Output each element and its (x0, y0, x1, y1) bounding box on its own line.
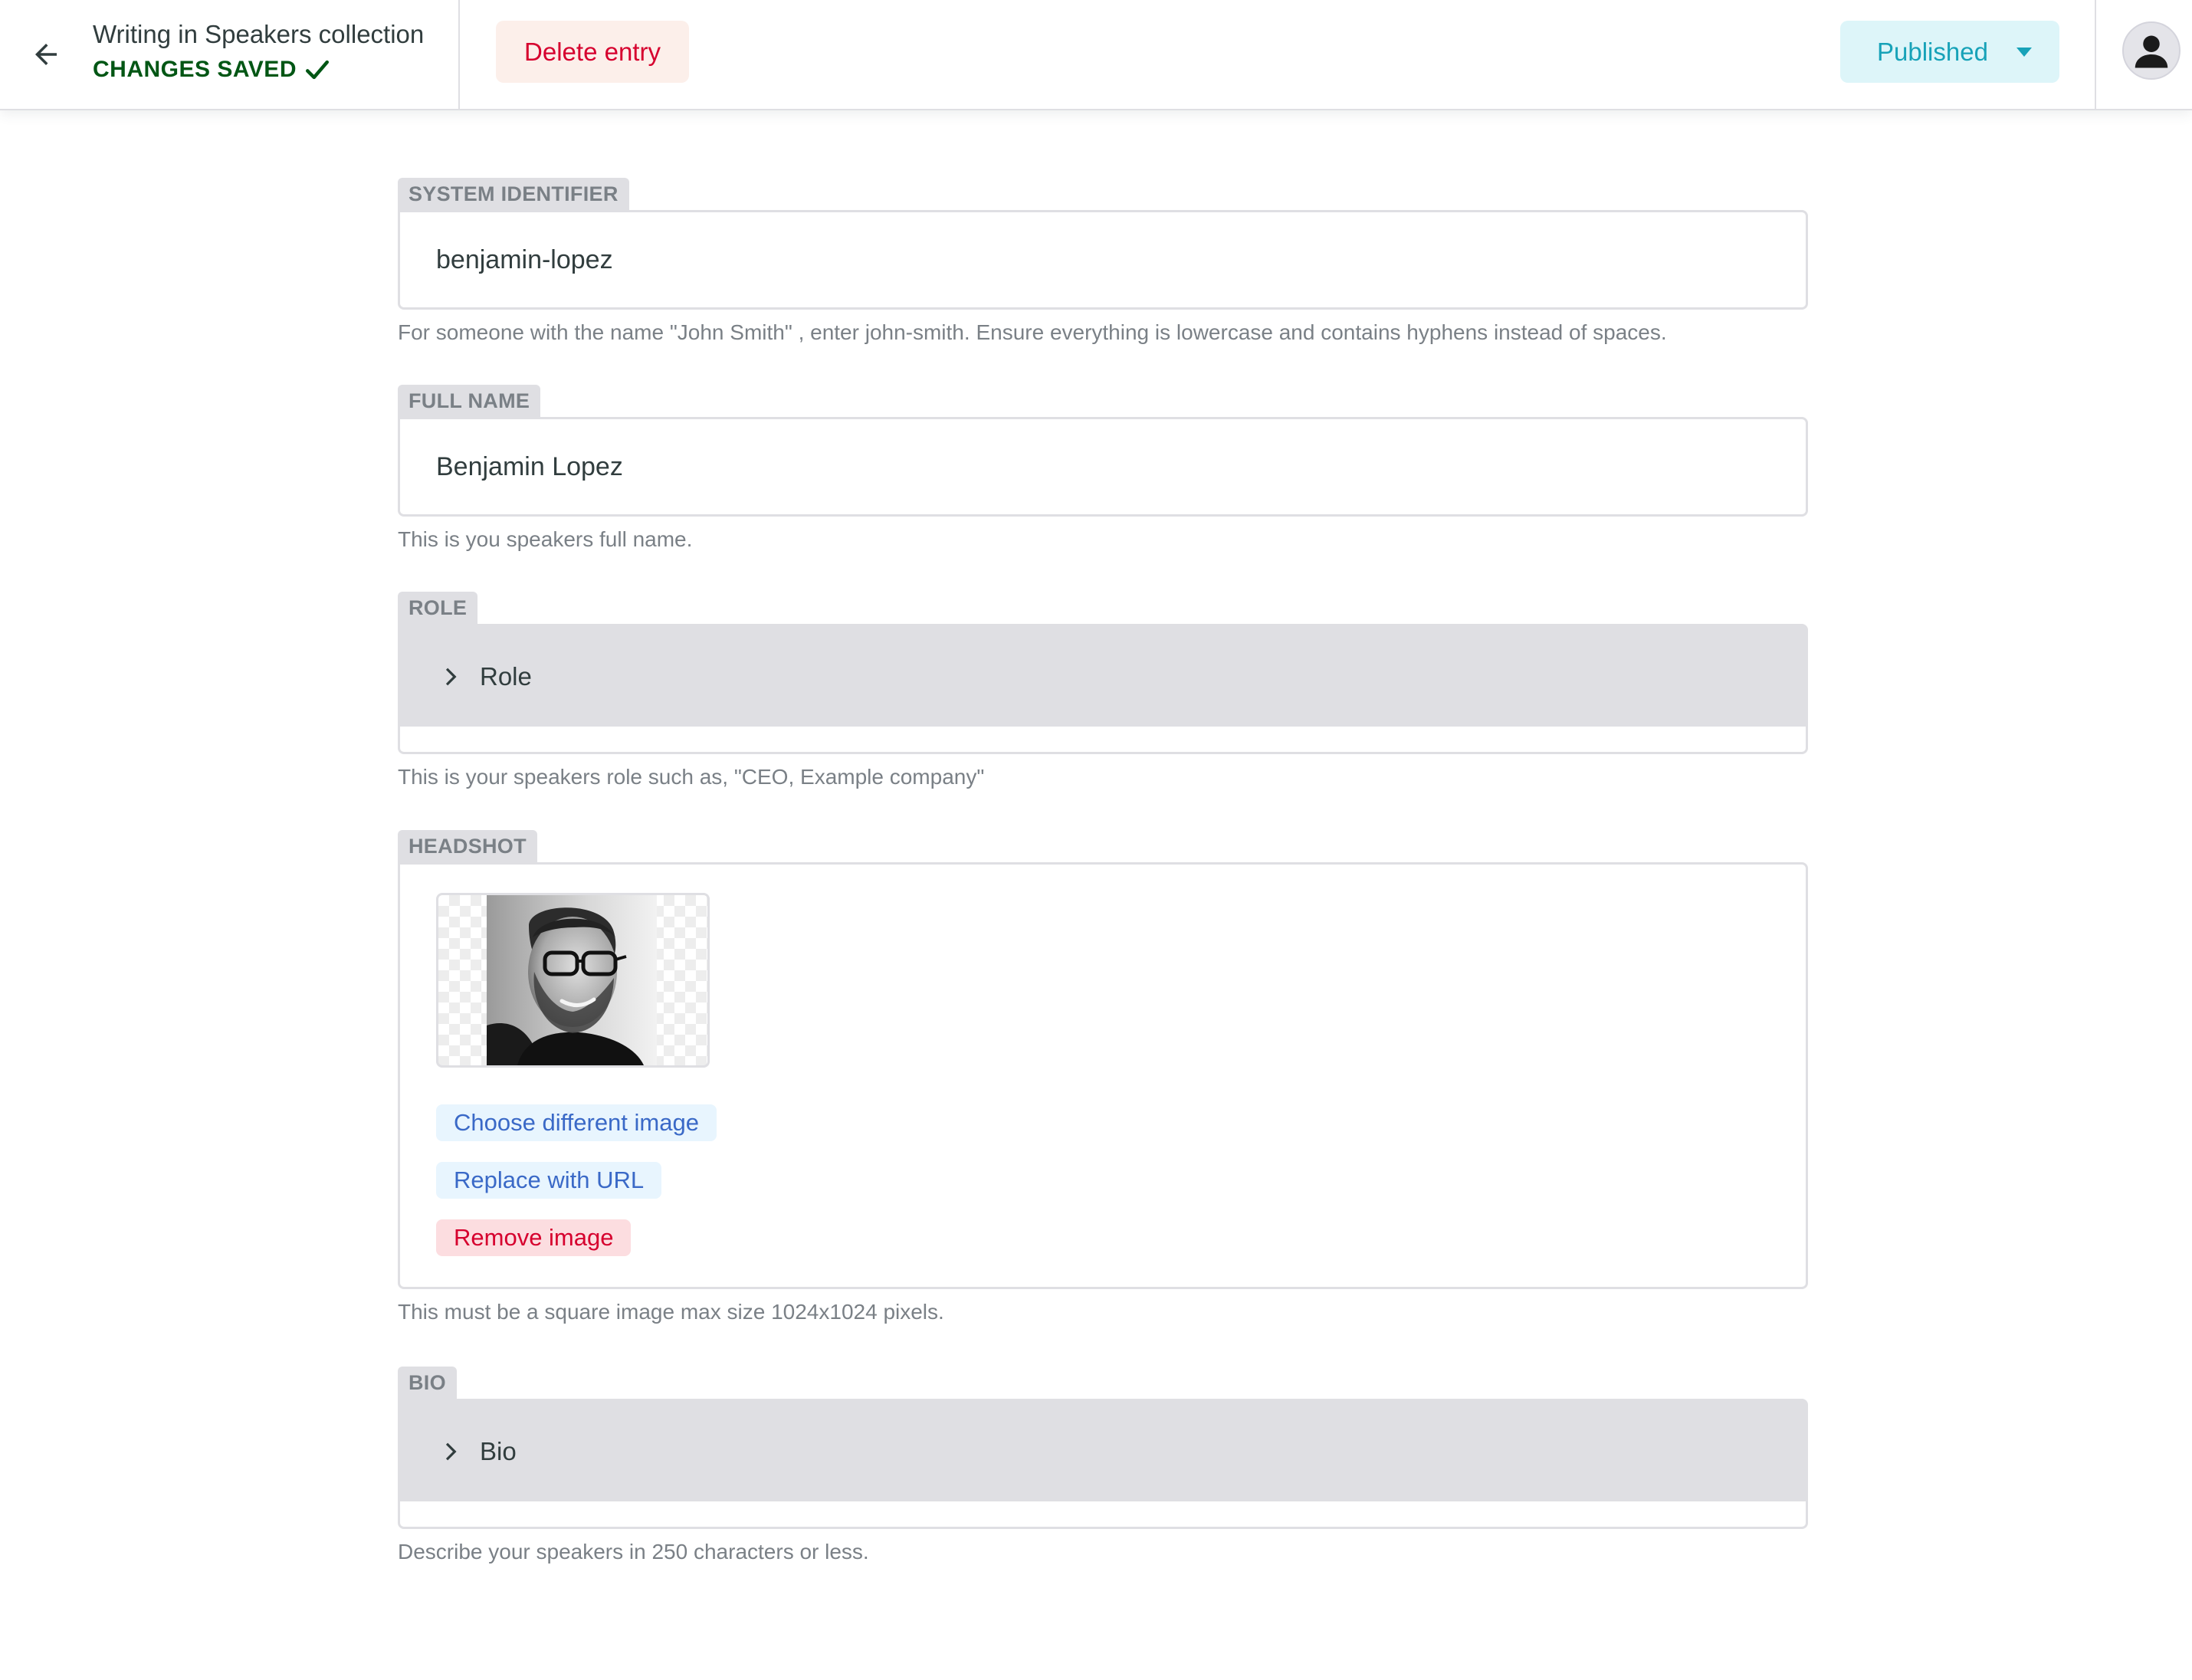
headshot-image (487, 895, 657, 1065)
field-hint: For someone with the name "John Smith" ,… (398, 320, 1667, 344)
delete-entry-button[interactable]: Delete entry (496, 21, 689, 83)
field-headshot: HEADSHOT Choose different image Replace … (398, 830, 1808, 1324)
replace-with-url-button[interactable]: Replace with URL (436, 1162, 662, 1199)
field-hint: This is your speakers role such as, "CEO… (398, 765, 985, 789)
field-container (398, 210, 1808, 310)
field-hint: Describe your speakers in 250 characters… (398, 1540, 869, 1564)
user-silhouette-icon (2135, 35, 2168, 68)
object-footer (400, 727, 1806, 752)
role-object-toggle[interactable]: Role (400, 626, 1806, 727)
user-avatar-icon[interactable] (2122, 21, 2181, 80)
field-role: ROLE Role This is your speakers role suc… (398, 592, 1808, 789)
entry-status: Writing in Speakers collection CHANGES S… (93, 20, 424, 83)
field-label: SYSTEM IDENTIFIER (398, 178, 629, 210)
field-bio: BIO Bio Describe your speakers in 250 ch… (398, 1367, 1808, 1564)
field-label: ROLE (398, 592, 478, 624)
bio-object-title: Bio (480, 1436, 517, 1465)
toolbar-divider (458, 0, 460, 109)
save-status-text: CHANGES SAVED (93, 57, 297, 82)
field-container (398, 417, 1808, 517)
headshot-thumbnail (436, 893, 710, 1068)
choose-different-image-button[interactable]: Choose different image (436, 1104, 717, 1141)
field-label: FULL NAME (398, 385, 541, 417)
save-status: CHANGES SAVED (93, 57, 424, 83)
field-hint: This must be a square image max size 102… (398, 1300, 944, 1324)
field-full-name: FULL NAME This is you speakers full name… (398, 385, 1808, 552)
chevron-right-icon (445, 1442, 457, 1460)
publish-status-label: Published (1877, 37, 1988, 66)
field-label: BIO (398, 1367, 457, 1399)
publish-status-dropdown[interactable]: Published (1840, 21, 2059, 83)
object-footer (400, 1501, 1806, 1527)
bio-object-toggle[interactable]: Bio (400, 1401, 1806, 1501)
field-hint: This is you speakers full name. (398, 527, 693, 551)
field-container: Choose different image Replace with URL … (398, 862, 1808, 1289)
chevron-right-icon (445, 668, 457, 685)
field-system-identifier: SYSTEM IDENTIFIER For someone with the n… (398, 178, 1808, 345)
system-identifier-input[interactable] (400, 212, 1806, 307)
arrow-left-icon (35, 44, 57, 65)
back-button[interactable] (0, 0, 92, 109)
remove-image-button[interactable]: Remove image (436, 1219, 632, 1256)
field-container: Bio (398, 1399, 1808, 1529)
checkmark-icon (305, 60, 330, 80)
caret-down-icon (2016, 48, 2032, 57)
role-object-title: Role (480, 661, 532, 691)
full-name-input[interactable] (400, 419, 1806, 514)
field-container: Role (398, 624, 1808, 754)
collection-title: Writing in Speakers collection (93, 20, 425, 48)
image-widget: Choose different image Replace with URL … (400, 865, 1806, 1287)
field-label: HEADSHOT (398, 830, 537, 862)
editor-toolbar: Writing in Speakers collection CHANGES S… (0, 0, 2192, 110)
toolbar-divider (2095, 0, 2096, 109)
